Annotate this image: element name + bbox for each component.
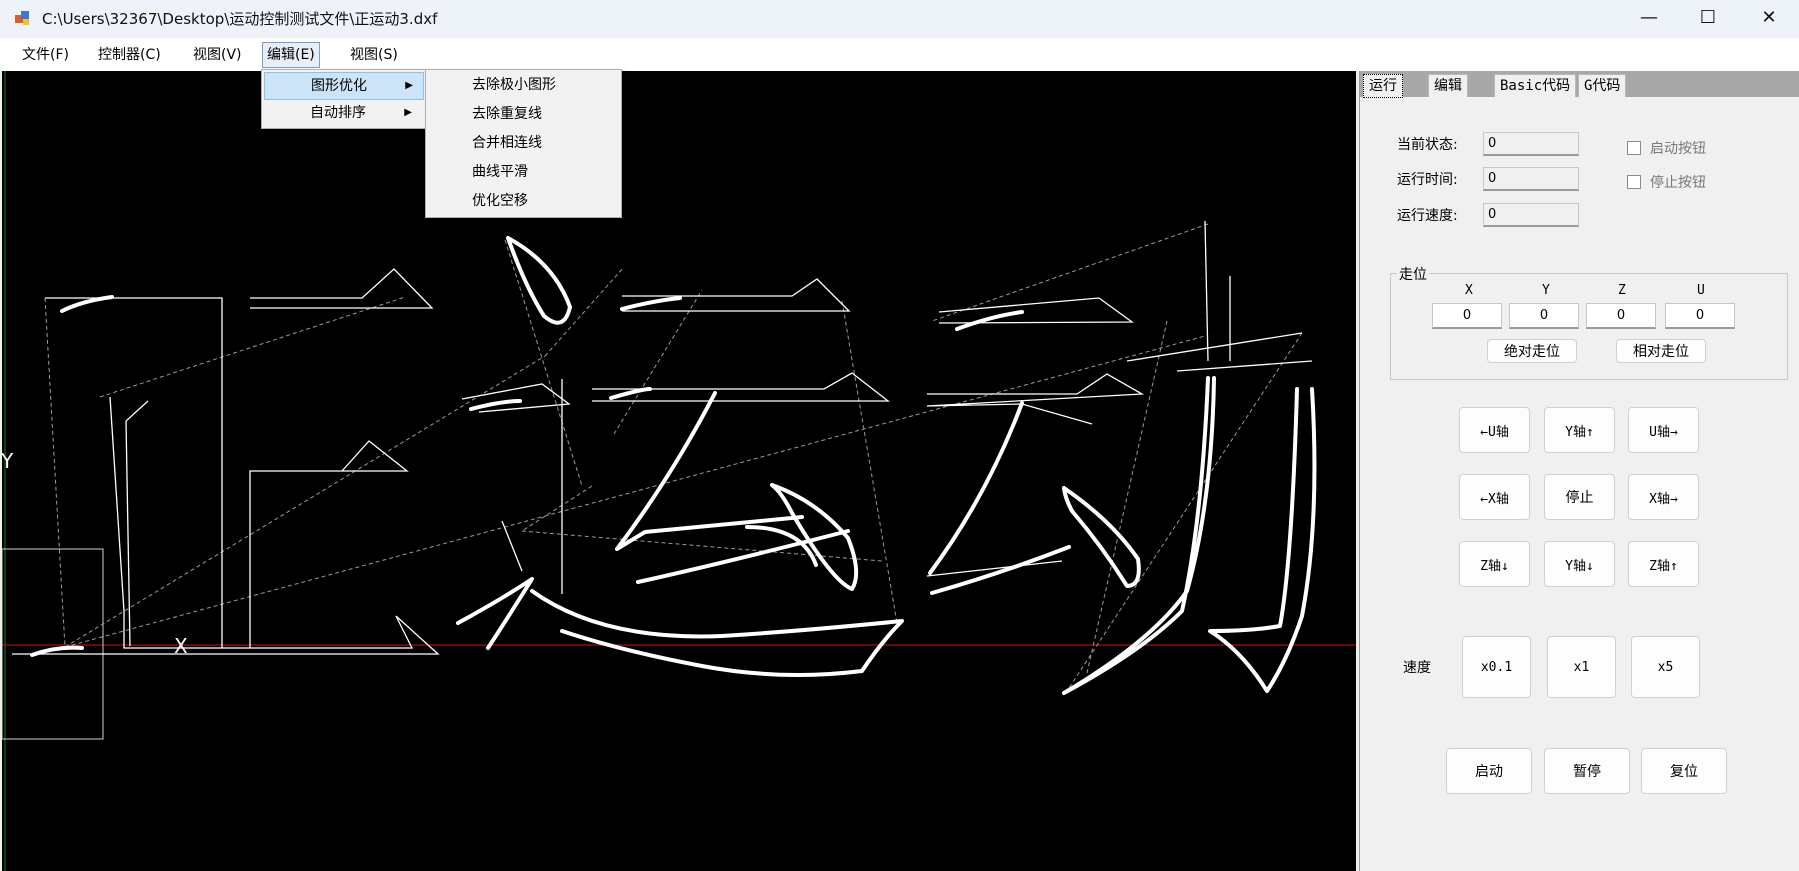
speed-label: 速度 bbox=[1403, 660, 1431, 676]
jog-y-input[interactable]: 0 bbox=[1509, 303, 1579, 329]
run-speed-label: 运行速度: bbox=[1397, 208, 1458, 224]
absolute-move-button[interactable]: 绝对走位 bbox=[1487, 339, 1577, 363]
control-panel: 运行 编辑 Basic代码 G代码 当前状态: 0 运行时间: 0 运行速度: … bbox=[1359, 71, 1799, 871]
title-bar: C:\Users\32367\Desktop\运动控制测试文件\正运动3.dxf… bbox=[0, 0, 1799, 36]
start-button[interactable]: 启动 bbox=[1446, 748, 1532, 794]
menu-item-label: 自动排序 bbox=[310, 105, 366, 121]
menu-view[interactable]: 视图(V) bbox=[189, 44, 246, 66]
menu-edit[interactable]: 编辑(E) bbox=[262, 42, 320, 68]
menu-item-shape-optimize[interactable]: 图形优化 ▶ bbox=[264, 72, 424, 100]
pause-button[interactable]: 暂停 bbox=[1544, 748, 1630, 794]
origin-frame bbox=[2, 548, 104, 740]
speed-x1-button[interactable]: x1 bbox=[1547, 636, 1616, 698]
app-icon bbox=[14, 9, 32, 27]
menu-item-auto-sort[interactable]: 自动排序 ▶ bbox=[264, 100, 422, 126]
speed-x5-button[interactable]: x5 bbox=[1631, 636, 1700, 698]
dxf-drawing: Y X bbox=[2, 71, 1356, 871]
current-state-label: 当前状态: bbox=[1397, 137, 1458, 153]
construction-lines bbox=[12, 220, 1313, 655]
jog-z-input[interactable]: 0 bbox=[1586, 303, 1656, 329]
tab-run[interactable]: 运行 bbox=[1363, 74, 1403, 98]
z-minus-button[interactable]: Z轴↓ bbox=[1459, 541, 1530, 587]
start-button-check-label: 启动按钮 bbox=[1650, 141, 1706, 157]
y-plus-button[interactable]: Y轴↑ bbox=[1544, 407, 1615, 453]
glyph-outlines bbox=[30, 236, 1317, 695]
run-time-label: 运行时间: bbox=[1397, 172, 1458, 188]
u-plus-button[interactable]: U轴→ bbox=[1628, 407, 1699, 453]
submenu-item-curve-smooth[interactable]: 曲线平滑 bbox=[472, 159, 528, 185]
submenu-item-merge-connected[interactable]: 合并相连线 bbox=[472, 130, 542, 156]
stop-button[interactable]: 停止 bbox=[1544, 474, 1615, 520]
y-minus-button[interactable]: Y轴↓ bbox=[1544, 541, 1615, 587]
axis-x-label: X bbox=[1465, 283, 1473, 298]
x-plus-button[interactable]: X轴→ bbox=[1628, 474, 1699, 520]
u-minus-button[interactable]: ←U轴 bbox=[1459, 407, 1530, 453]
start-button-checkbox[interactable] bbox=[1627, 141, 1641, 155]
stop-button-checkbox[interactable] bbox=[1627, 175, 1641, 189]
menu-file[interactable]: 文件(F) bbox=[18, 44, 73, 66]
speed-x0.1-button[interactable]: x0.1 bbox=[1462, 636, 1531, 698]
window-title: C:\Users\32367\Desktop\运动控制测试文件\正运动3.dxf bbox=[42, 10, 438, 28]
axis-z-label: Z bbox=[1618, 283, 1626, 298]
run-speed-field: 0 bbox=[1483, 203, 1579, 227]
minimize-button[interactable]: — bbox=[1620, 0, 1678, 34]
current-state-field: 0 bbox=[1483, 132, 1579, 156]
menu-controller[interactable]: 控制器(C) bbox=[94, 44, 165, 66]
axis-u-label: U bbox=[1697, 283, 1705, 298]
tab-strip: 运行 编辑 Basic代码 G代码 bbox=[1360, 71, 1799, 98]
tab-edit[interactable]: 编辑 bbox=[1428, 74, 1468, 97]
submenu-arrow-icon: ▶ bbox=[405, 80, 413, 91]
jog-u-input[interactable]: 0 bbox=[1665, 303, 1735, 329]
maximize-button[interactable]: ☐ bbox=[1679, 0, 1737, 34]
submenu-item-remove-small[interactable]: 去除极小图形 bbox=[472, 72, 556, 98]
reset-button[interactable]: 复位 bbox=[1641, 748, 1727, 794]
tab-g-code[interactable]: G代码 bbox=[1578, 74, 1627, 97]
submenu-item-remove-duplicate[interactable]: 去除重复线 bbox=[472, 101, 542, 127]
submenu-arrow-icon: ▶ bbox=[404, 107, 412, 118]
edit-menu-dropdown: 图形优化 ▶ 自动排序 ▶ bbox=[261, 69, 427, 129]
z-plus-button[interactable]: Z轴↑ bbox=[1628, 541, 1699, 587]
menu-item-label: 图形优化 bbox=[311, 78, 367, 94]
optimize-submenu: 去除极小图形 去除重复线 合并相连线 曲线平滑 优化空移 bbox=[425, 69, 622, 218]
drawing-canvas[interactable]: Y X bbox=[2, 71, 1356, 871]
jog-group-title: 走位 bbox=[1397, 264, 1429, 284]
run-time-field: 0 bbox=[1483, 167, 1579, 191]
tab-basic-code[interactable]: Basic代码 bbox=[1494, 74, 1577, 97]
y-axis-label: Y bbox=[2, 449, 14, 473]
menu-view-s[interactable]: 视图(S) bbox=[346, 44, 402, 66]
relative-move-button[interactable]: 相对走位 bbox=[1616, 339, 1706, 363]
menu-bar: 文件(F) 控制器(C) 视图(V) 编辑(E) 视图(S) bbox=[0, 38, 1799, 71]
stop-button-check-label: 停止按钮 bbox=[1650, 175, 1706, 191]
axis-y-label: Y bbox=[1542, 283, 1550, 298]
close-button[interactable]: ✕ bbox=[1740, 0, 1798, 34]
x-minus-button[interactable]: ←X轴 bbox=[1459, 474, 1530, 520]
travel-moves bbox=[44, 223, 1303, 692]
jog-x-input[interactable]: 0 bbox=[1432, 303, 1502, 329]
submenu-item-optimize-travel[interactable]: 优化空移 bbox=[472, 188, 528, 214]
